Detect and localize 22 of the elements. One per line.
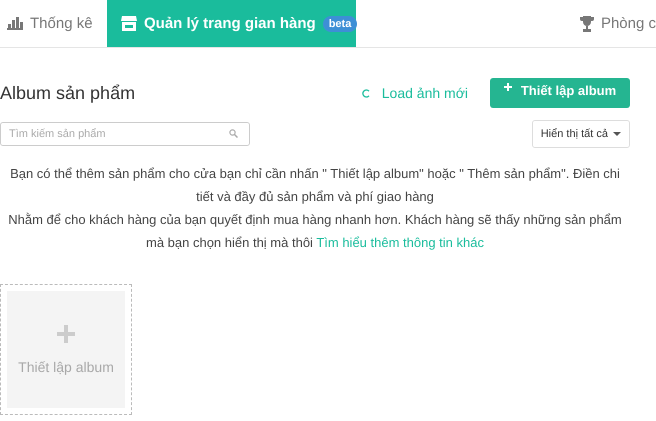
nav-tab[interactable]: Thống kê	[0, 0, 107, 47]
create-album-button[interactable]: Thiết lập album	[490, 78, 630, 108]
caret-icon	[613, 132, 621, 136]
page-title: Album sản phẩm	[0, 82, 136, 104]
learn-more-link[interactable]: Tìm hiểu thêm thông tin khác	[316, 235, 484, 250]
bar-chart-icon	[7, 16, 23, 30]
store-icon	[121, 16, 137, 31]
add-album-card[interactable]: Thiết lập album	[0, 284, 132, 415]
nav-tab[interactable]: Quản lý trang gian hàng beta	[107, 0, 356, 47]
search-field[interactable]: Tìm kiếm sản phẩm	[0, 122, 250, 146]
filter-dropdown[interactable]: Hiển thị tất cả	[532, 120, 630, 148]
add-album-label: Thiết lập album	[18, 358, 114, 374]
plus-icon	[504, 83, 512, 91]
refresh-icon	[362, 88, 370, 98]
intro-text: Nhằm để cho khách hàng của bạn quyết định mua hàng nhanh hơn. Khách hàng sẽ thấy những sản phẩm mà bạn chọn hiển thị mà thôi Tìm hiểu thêm thông tin khác	[7, 211, 623, 252]
nav-tab[interactable]: Phòng c	[572, 0, 656, 47]
intro-text: Bạn có thể thêm sản phẩm cho cửa bạn chỉ cần nhấn " Thiết lập album" hoặc " Thêm sản phẩm". Điền chi tiết và đầy đủ sản phẩm và phí giao hàng	[9, 165, 621, 206]
search-icon	[229, 129, 238, 138]
reload-link[interactable]: Load ảnh mới	[362, 85, 468, 101]
trophy-icon	[580, 16, 594, 32]
plus-icon	[57, 324, 75, 342]
beta-badge: beta	[322, 16, 358, 32]
